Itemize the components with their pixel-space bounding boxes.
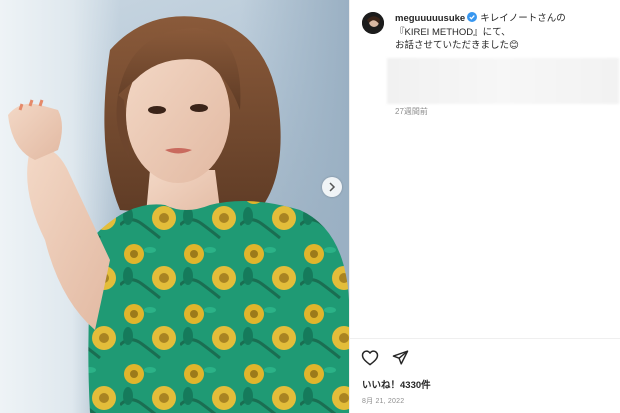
post-photo[interactable] [0,0,349,413]
like-button[interactable] [360,347,380,367]
next-photo-button[interactable] [322,177,342,197]
heart-icon [361,349,379,365]
verified-badge-icon [467,12,478,26]
post-header: meguuuuusuke キレイノートさんの 『KIREI METHOD』にて、 … [362,12,610,52]
caption-timestamp[interactable]: 27週間前 [395,106,428,117]
caption-line-1: キレイノートさんの [480,13,566,24]
blurred-caption-block [387,58,619,104]
post-actions [360,347,410,367]
share-button[interactable] [390,347,410,367]
username-link[interactable]: meguuuuusuke [395,13,465,24]
caption-line-3: お話させていただきました😊 [395,40,519,51]
paper-plane-icon [392,349,408,365]
caption-line-2: 『KIREI METHOD』にて、 [395,27,511,38]
avatar[interactable] [362,12,384,34]
chevron-right-icon [329,182,336,192]
post-date: 8月 21, 2022 [362,398,405,405]
woman-portrait-illustration [8,16,349,413]
actions-divider [350,338,620,339]
avatar-image [362,12,384,34]
likes-count[interactable]: いいね！4330件 [362,377,431,391]
caption: meguuuuusuke キレイノートさんの 『KIREI METHOD』にて、 … [395,12,610,52]
